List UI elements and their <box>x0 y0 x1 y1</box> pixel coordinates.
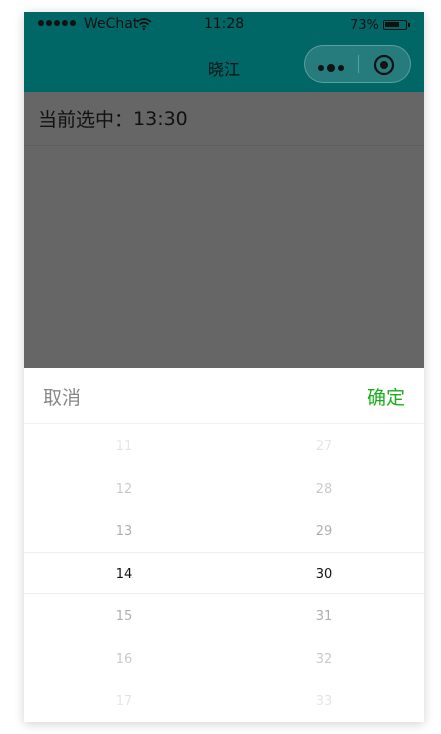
minute-option[interactable]: 30 <box>224 554 424 597</box>
minute-option[interactable]: 27 <box>224 426 424 469</box>
minute-option[interactable]: 28 <box>224 469 424 512</box>
hour-wheel[interactable]: 11 12 13 14 15 16 17 <box>24 424 224 722</box>
selected-time-row[interactable]: 当前选中： 13:30 <box>24 92 424 146</box>
hour-option[interactable]: 11 <box>24 426 224 469</box>
status-bar: WeChat 11:28 73% <box>24 12 424 40</box>
hour-option[interactable]: 13 <box>24 511 224 554</box>
more-dots-icon[interactable] <box>317 59 347 78</box>
battery-fill <box>385 22 399 27</box>
cancel-button[interactable]: 取消 <box>43 383 81 410</box>
page-content: 当前选中： 13:30 <box>24 92 424 368</box>
phone-screen: WeChat 11:28 73% 晓江 当前选中： 13:30 取消 确定 11… <box>24 12 424 722</box>
hour-option[interactable]: 15 <box>24 596 224 639</box>
minute-option[interactable]: 29 <box>224 511 424 554</box>
battery-percent: 73% <box>350 18 379 33</box>
battery-icon <box>383 20 407 30</box>
selected-label: 当前选中： <box>38 109 134 131</box>
minute-option[interactable]: 31 <box>224 596 424 639</box>
time-picker-sheet: 取消 确定 11 12 13 14 15 16 17 27 28 29 30 31 32 33 <box>24 368 424 722</box>
picker-header: 取消 确定 <box>24 368 424 424</box>
hour-option[interactable]: 12 <box>24 469 224 512</box>
hour-option[interactable]: 16 <box>24 639 224 682</box>
confirm-button[interactable]: 确定 <box>367 383 405 410</box>
hour-option[interactable]: 14 <box>24 554 224 597</box>
minute-option[interactable]: 32 <box>224 639 424 682</box>
hour-option[interactable]: 17 <box>24 681 224 722</box>
battery-tip <box>408 23 410 27</box>
nav-bar: 晓江 <box>24 40 424 92</box>
target-circle-icon[interactable] <box>373 54 395 80</box>
capsule-divider <box>358 55 359 73</box>
capsule-menu <box>304 45 411 83</box>
minute-option[interactable]: 33 <box>224 681 424 722</box>
selected-value: 13:30 <box>133 107 188 130</box>
minute-wheel[interactable]: 27 28 29 30 31 32 33 <box>224 424 424 722</box>
